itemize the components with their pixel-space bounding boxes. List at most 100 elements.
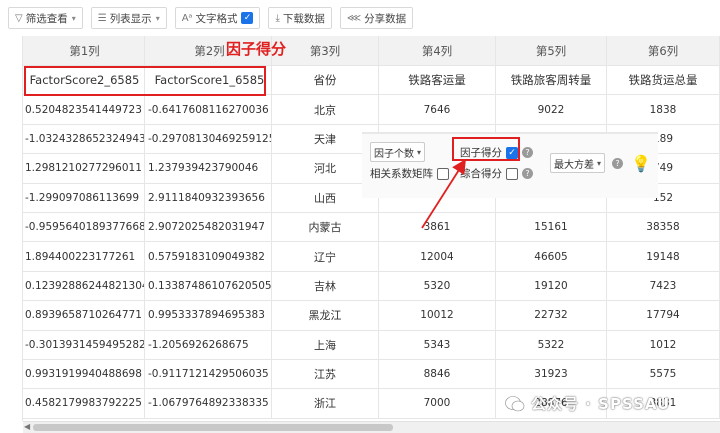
rotation-field: 最大方差 ▾ ? 💡 (550, 153, 651, 173)
table-cell[interactable]: 7646 (379, 95, 496, 124)
factor-score-columns-highlight (24, 66, 266, 96)
table-cell[interactable]: -1.299097086113699 (23, 183, 145, 212)
table-cell[interactable]: 北京 (272, 95, 379, 124)
chevron-down-icon: ▾ (155, 13, 160, 23)
factor-score-option-highlight (452, 137, 520, 161)
table-cell[interactable]: 7000 (379, 389, 496, 418)
table-cell[interactable]: 铁路货运总量 (607, 66, 720, 95)
table-cell[interactable]: 0.5204823541449723 (23, 95, 145, 124)
table-cell[interactable]: 内蒙古 (272, 212, 379, 242)
table-cell[interactable]: 7423 (607, 271, 720, 301)
chevron-down-icon: ▾ (71, 13, 76, 23)
table-cell[interactable]: 0.9953337894695383 (145, 301, 272, 330)
column-header[interactable]: 第6列 (607, 36, 720, 65)
table-body: FactorScore2_6585 FactorScore1_6585 省份 铁路客运… (23, 66, 720, 419)
download-icon: ⤓ (275, 12, 280, 24)
table-row: 0.12392886244821304 0.13387486107620505 吉林… (23, 271, 720, 302)
table-cell[interactable]: 0.9931919940488698 (23, 359, 145, 389)
table-cell[interactable]: 2.9111840932393656 (145, 183, 272, 212)
table-cell[interactable]: -0.9117121429506035 (145, 359, 272, 389)
table-cell[interactable]: -0.30139314594952826 (23, 330, 145, 359)
table-row: 0.9931919940488698 -0.9117121429506035 江苏 8… (23, 359, 720, 390)
composite-score-option: 综合得分 ? (460, 166, 533, 181)
table-cell[interactable]: 9022 (496, 95, 607, 124)
download-data-label: 下载数据 (282, 12, 325, 25)
table-cell[interactable]: 1.237939423790046 (145, 154, 272, 183)
list-display-button[interactable]: ☰ 列表显示 ▾ (90, 7, 167, 29)
table-row: -0.9595640189377668 2.9072025482031947 内蒙古… (23, 212, 720, 243)
factor-count-label: 因子个数 (374, 148, 414, 160)
table-cell[interactable]: 铁路旅客周转量 (496, 66, 607, 95)
row-index-strip (0, 36, 23, 421)
table-cell[interactable]: 1.2981210277296011 (23, 154, 145, 183)
table-cell[interactable]: 19148 (607, 242, 720, 271)
table-cell[interactable]: 5575 (607, 359, 720, 389)
table-cell[interactable]: 5322 (496, 330, 607, 359)
table-cell[interactable]: 22732 (496, 301, 607, 330)
column-header[interactable]: 第5列 (496, 36, 607, 65)
table-cell[interactable]: 0.12392886244821304 (23, 271, 145, 301)
corr-matrix-option: 相关系数矩阵 (370, 166, 449, 181)
column-header[interactable]: 第4列 (379, 36, 496, 65)
table-cell[interactable]: 8846 (379, 359, 496, 389)
download-data-button[interactable]: ⤓ 下载数据 (268, 7, 332, 29)
table-cell[interactable]: -1.2056926268675 (145, 330, 272, 359)
table-header-row: 第1列 第2列 第3列 第4列 第5列 第6列 (23, 36, 720, 66)
table-cell[interactable]: 0.13387486107620505 (145, 271, 272, 301)
factor-count-select[interactable]: 因子个数 ▾ (370, 142, 426, 162)
text-format-toggle[interactable]: Aᵃ 文字格式 ✓ (174, 7, 261, 29)
table-cell[interactable]: -0.6417608116270036 (145, 95, 272, 124)
watermark: 公众号 · SPSSAU (505, 393, 670, 414)
help-icon[interactable]: ? (522, 147, 533, 158)
table-cell[interactable]: 17794 (607, 301, 720, 330)
table-cell[interactable]: 江苏 (272, 359, 379, 389)
table-cell[interactable]: 黑龙江 (272, 301, 379, 330)
table-cell[interactable]: 38358 (607, 212, 720, 242)
horizontal-scrollbar[interactable]: ◀ (23, 421, 720, 433)
help-icon[interactable]: ? (522, 168, 533, 179)
table-cell[interactable]: 12004 (379, 242, 496, 271)
table-cell[interactable]: 19120 (496, 271, 607, 301)
table-cell[interactable]: 0.8939658710264771 (23, 301, 145, 330)
scrollbar-thumb[interactable] (33, 424, 393, 431)
filter-view-button[interactable]: ▽ 筛选查看 ▾ (8, 7, 83, 29)
table-cell[interactable]: 浙江 (272, 389, 379, 418)
table-cell[interactable]: 31923 (496, 359, 607, 389)
table-cell[interactable]: 5320 (379, 271, 496, 301)
corr-matrix-checkbox[interactable] (437, 167, 449, 180)
table-cell[interactable]: 辽宁 (272, 242, 379, 271)
text-format-icon: Aᵃ (181, 12, 193, 24)
share-data-button[interactable]: ⋘ 分享数据 (339, 7, 414, 29)
factor-score-annotation: 因子得分 (226, 40, 287, 58)
table-cell[interactable]: 2.9072025482031947 (145, 212, 272, 242)
lightbulb-icon[interactable]: 💡 (631, 154, 651, 173)
table-cell[interactable]: 1838 (607, 95, 720, 124)
table-cell[interactable]: -0.29708130469259125 (145, 124, 272, 154)
table-cell[interactable]: 0.5759183109049382 (145, 242, 272, 271)
table-cell[interactable]: -0.9595640189377668 (23, 212, 145, 242)
table-cell[interactable]: 46605 (496, 242, 607, 271)
scroll-left-icon[interactable]: ◀ (24, 422, 30, 431)
composite-score-checkbox[interactable] (506, 167, 518, 180)
column-header[interactable]: 第3列 (272, 36, 379, 65)
table-cell[interactable]: 吉林 (272, 271, 379, 301)
table-cell[interactable]: 3861 (379, 212, 496, 242)
table-cell[interactable]: -1.0679764892338335 (145, 389, 272, 418)
table-cell[interactable]: -1.0324328652324943 (23, 124, 145, 154)
chevron-down-icon: ▾ (417, 147, 422, 157)
table-cell[interactable]: 省份 (272, 66, 379, 95)
table-cell[interactable]: 铁路客运量 (379, 66, 496, 95)
table-cell[interactable]: 5343 (379, 330, 496, 359)
table-row: -0.30139314594952826 -1.2056926268675 上海 53… (23, 330, 720, 360)
text-format-checkbox[interactable]: ✓ (241, 12, 254, 24)
column-header[interactable]: 第1列 (23, 36, 145, 65)
table-cell[interactable]: 上海 (272, 330, 379, 359)
rotation-select[interactable]: 最大方差 ▾ (550, 153, 606, 173)
table-cell[interactable]: 10012 (379, 301, 496, 330)
table-cell[interactable]: 0.4582179983792225 (23, 389, 145, 418)
table-cell[interactable]: 15161 (496, 212, 607, 242)
table-cell[interactable]: 1012 (607, 330, 720, 359)
help-icon[interactable]: ? (612, 157, 624, 169)
share-icon: ⋘ (346, 12, 362, 24)
table-cell[interactable]: 1.894400223177261 (23, 242, 145, 271)
